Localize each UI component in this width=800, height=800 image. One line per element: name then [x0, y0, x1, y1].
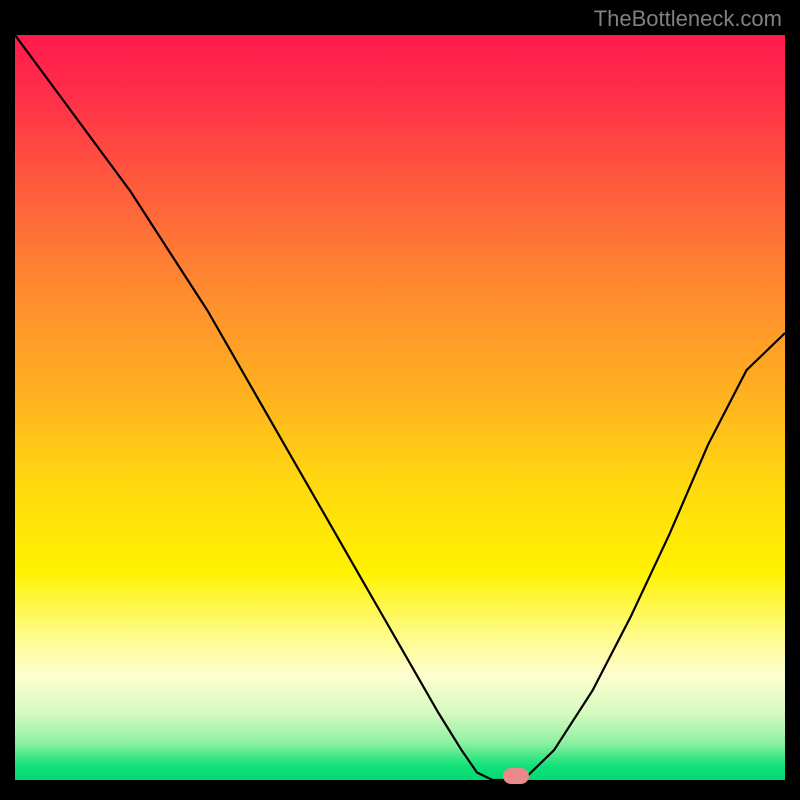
- bottleneck-curve: [15, 35, 785, 780]
- watermark-text: TheBottleneck.com: [594, 6, 782, 32]
- chart-plot-area: [15, 35, 785, 780]
- chart-curve-svg: [15, 35, 785, 780]
- optimal-point-marker: [503, 768, 529, 784]
